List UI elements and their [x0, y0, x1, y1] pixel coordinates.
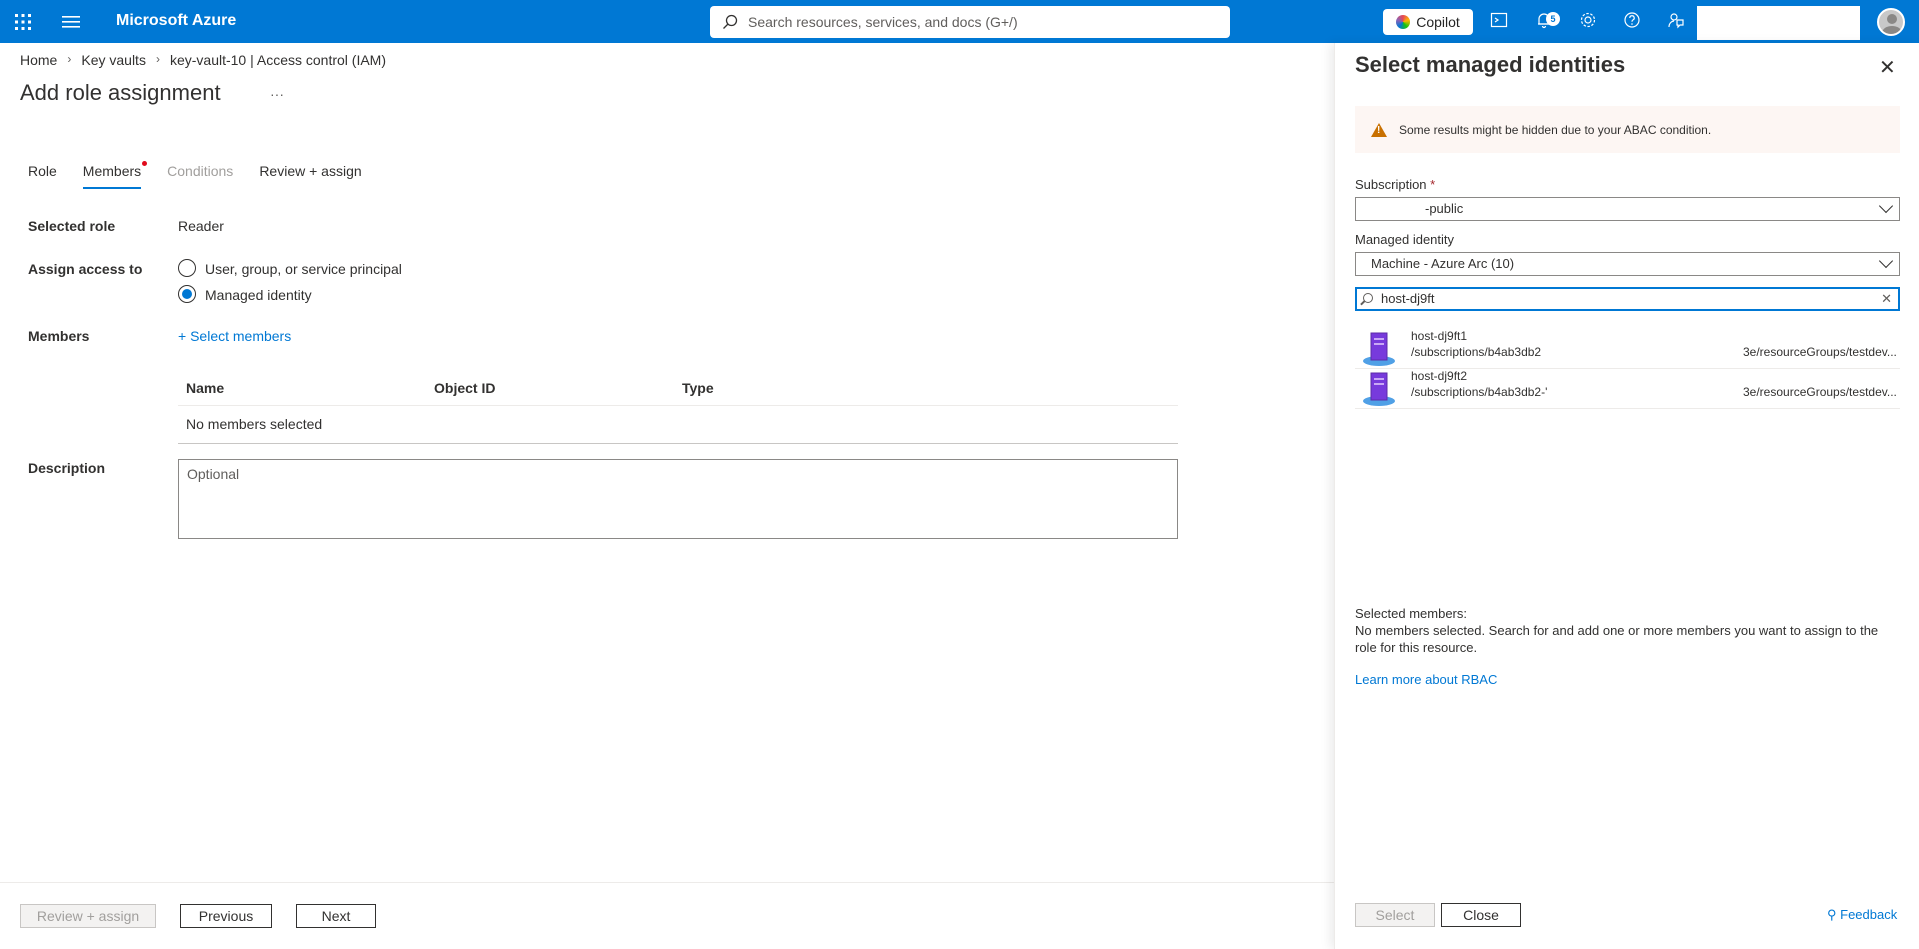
- tab-members-label: Members: [82, 163, 142, 179]
- feedback-link[interactable]: ⚲ Feedback: [1827, 907, 1897, 923]
- copilot-label: Copilot: [1416, 14, 1460, 30]
- table-row: No members selected: [178, 406, 1178, 444]
- copilot-icon: [1396, 15, 1411, 29]
- breadcrumb-key-vaults[interactable]: Key vaults: [81, 52, 146, 68]
- radio-managed-identity-label[interactable]: Managed identity: [205, 287, 312, 303]
- help-icon[interactable]: [1621, 11, 1643, 33]
- subscription-label: Subscription *: [1355, 177, 1435, 192]
- tab-members[interactable]: Members: [82, 161, 148, 189]
- feedback-icon: ⚲: [1827, 907, 1841, 922]
- search-icon: [1363, 293, 1373, 303]
- notification-badge: 5: [1546, 12, 1560, 26]
- feedback-label: Feedback: [1840, 907, 1898, 922]
- identity-search-input[interactable]: host-dj9ft ✕: [1355, 287, 1900, 311]
- avatar-body: [1882, 26, 1902, 34]
- warning-text: Some results might be hidden due to your…: [1399, 122, 1712, 137]
- select-managed-identities-panel: Select managed identities ✕ Some results…: [1334, 43, 1919, 949]
- top-bar: Microsoft Azure Search resources, servic…: [0, 0, 1919, 43]
- table-header: Name Object ID Type: [178, 372, 1178, 406]
- breadcrumb-home[interactable]: Home: [20, 52, 57, 68]
- subscription-label-text: Subscription: [1355, 177, 1427, 192]
- cloud-shell-icon[interactable]: [1488, 11, 1510, 33]
- review-assign-button[interactable]: Review + assign: [20, 904, 156, 928]
- description-input[interactable]: Optional: [178, 459, 1178, 539]
- abac-warning: Some results might be hidden due to your…: [1355, 106, 1900, 153]
- feedback-icon[interactable]: [1665, 11, 1687, 33]
- panel-title: Select managed identities: [1355, 52, 1626, 77]
- previous-button[interactable]: Previous: [180, 904, 272, 928]
- footer-bar: Review + assign Previous Next: [0, 882, 1334, 949]
- breadcrumb-access-control[interactable]: key-vault-10 | Access control (IAM): [170, 52, 386, 68]
- avatar-head: [1887, 14, 1897, 24]
- chevron-down-icon: [1878, 198, 1894, 214]
- divider: [1355, 408, 1900, 409]
- close-button[interactable]: Close: [1441, 903, 1521, 927]
- selected-role-label: Selected role: [28, 218, 116, 234]
- next-button[interactable]: Next: [296, 904, 376, 928]
- required-marker: *: [1430, 177, 1436, 192]
- members-table: Name Object ID Type No members selected: [178, 372, 1178, 444]
- identity-path-tail: 3e/resourceGroups/testdev...: [1743, 385, 1897, 399]
- avatar[interactable]: [1877, 8, 1905, 36]
- identity-path-tail: 3e/resourceGroups/testdev...: [1743, 345, 1897, 359]
- clear-icon[interactable]: ✕: [1881, 291, 1892, 307]
- page-title: Add role assignment: [20, 80, 221, 105]
- menu-icon[interactable]: [62, 14, 80, 30]
- column-name: Name: [186, 380, 225, 396]
- learn-more-rbac-link[interactable]: Learn more about RBAC: [1355, 672, 1497, 687]
- search-icon: [723, 14, 738, 29]
- identity-path: /subscriptions/b4ab3db2: [1411, 345, 1542, 359]
- selected-role-value: Reader: [178, 218, 224, 234]
- chevron-right-icon: ›: [67, 52, 72, 66]
- select-members-link[interactable]: + Select members: [178, 328, 291, 344]
- subscription-value: -public: [1425, 201, 1464, 216]
- brand-name[interactable]: Microsoft Azure: [116, 12, 236, 30]
- subscription-dropdown[interactable]: -public: [1355, 197, 1900, 221]
- plus-icon: +: [178, 328, 191, 344]
- column-object-id: Object ID: [434, 380, 496, 396]
- more-options-button[interactable]: ···: [270, 86, 284, 102]
- description-label: Description: [28, 460, 106, 476]
- copilot-button[interactable]: Copilot: [1383, 9, 1473, 35]
- identity-name: host-dj9ft1: [1411, 329, 1468, 343]
- settings-icon[interactable]: [1577, 11, 1599, 33]
- selected-members-label: Selected members:: [1355, 606, 1467, 621]
- managed-identity-value: Machine - Azure Arc (10): [1371, 256, 1515, 271]
- account-info[interactable]: [1697, 6, 1860, 40]
- members-label: Members: [28, 328, 90, 344]
- azure-arc-machine-icon: [1363, 332, 1395, 366]
- tab-role[interactable]: Role: [28, 163, 57, 189]
- identity-name: host-dj9ft2: [1411, 369, 1468, 383]
- managed-identity-dropdown[interactable]: Machine - Azure Arc (10): [1355, 252, 1900, 276]
- required-dot-icon: [142, 161, 148, 166]
- tab-conditions[interactable]: Conditions: [167, 163, 233, 189]
- app-launcher-icon[interactable]: [14, 13, 32, 31]
- selected-members-text: No members selected. Search for and add …: [1355, 623, 1879, 655]
- tab-review-assign[interactable]: Review + assign: [259, 163, 361, 189]
- chevron-right-icon: ›: [155, 52, 160, 66]
- warning-icon: [1371, 122, 1387, 137]
- chevron-down-icon: [1878, 253, 1894, 269]
- managed-identity-label: Managed identity: [1355, 232, 1455, 247]
- radio-managed-identity[interactable]: [178, 285, 196, 303]
- identity-search-value: host-dj9ft: [1381, 291, 1435, 306]
- assign-access-label: Assign access to: [28, 261, 143, 277]
- radio-user-group-label[interactable]: User, group, or service principal: [205, 261, 402, 277]
- breadcrumb: Home › Key vaults › key-vault-10 | Acces…: [20, 52, 386, 68]
- list-item[interactable]: host-dj9ft2 /subscriptions/b4ab3db2-' 3e…: [1355, 369, 1900, 409]
- select-button[interactable]: Select: [1355, 903, 1435, 927]
- azure-arc-machine-icon: [1363, 372, 1395, 406]
- tab-bar: Role Members Conditions Review + assign: [28, 161, 388, 189]
- search-placeholder: Search resources, services, and docs (G+…: [748, 14, 1018, 30]
- identity-path: /subscriptions/b4ab3db2-': [1411, 385, 1548, 399]
- close-icon[interactable]: ✕: [1879, 55, 1896, 80]
- column-type: Type: [682, 380, 714, 396]
- empty-row-text: No members selected: [186, 416, 323, 432]
- radio-user-group[interactable]: [178, 259, 196, 277]
- list-item[interactable]: host-dj9ft1 /subscriptions/b4ab3db2 3e/r…: [1355, 329, 1900, 369]
- select-members-label: Select members: [190, 328, 292, 344]
- global-search-input[interactable]: Search resources, services, and docs (G+…: [710, 6, 1230, 38]
